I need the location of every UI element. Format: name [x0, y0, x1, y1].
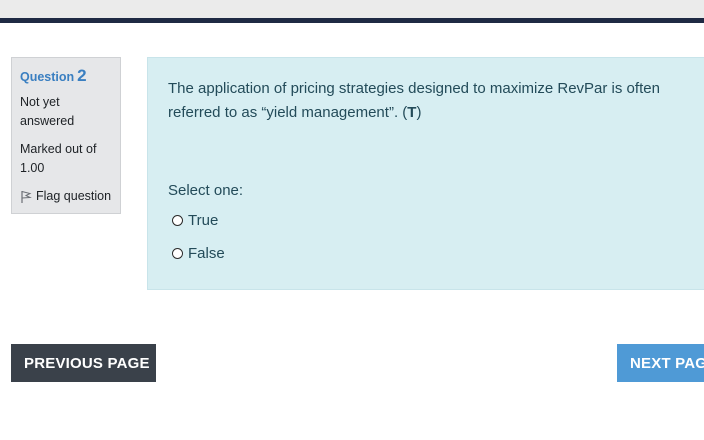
question-number: Question 2	[20, 66, 112, 86]
radio-true[interactable]	[172, 215, 183, 226]
flag-question-link[interactable]: Flag question	[20, 187, 112, 206]
question-grade: Marked out of 1.00	[20, 142, 97, 175]
question-text: The application of pricing strategies de…	[168, 77, 703, 125]
browser-top-strip	[0, 0, 704, 18]
question-label: Question	[20, 70, 75, 84]
flag-question-label[interactable]: Flag question	[36, 187, 111, 206]
answer-prompt: Select one:	[168, 182, 244, 199]
next-page-button[interactable]: NEXT PAGE	[617, 344, 704, 382]
question-info-panel: Question 2 Not yet answered Marked out of…	[11, 57, 121, 214]
answer-option-true[interactable]: True	[172, 212, 218, 229]
radio-false[interactable]	[172, 248, 183, 259]
question-number-value: 2	[77, 66, 87, 85]
question-content: The application of pricing strategies de…	[147, 57, 704, 290]
flag-icon	[21, 190, 32, 203]
header-bar	[0, 18, 704, 23]
answer-label-true[interactable]: True	[188, 212, 218, 229]
previous-page-button[interactable]: PREVIOUS PAGE	[11, 344, 156, 382]
question-state: Not yet answered	[20, 95, 75, 128]
answer-option-false[interactable]: False	[172, 245, 225, 262]
question-text-end: )	[416, 104, 422, 121]
answer-label-false[interactable]: False	[188, 245, 225, 262]
